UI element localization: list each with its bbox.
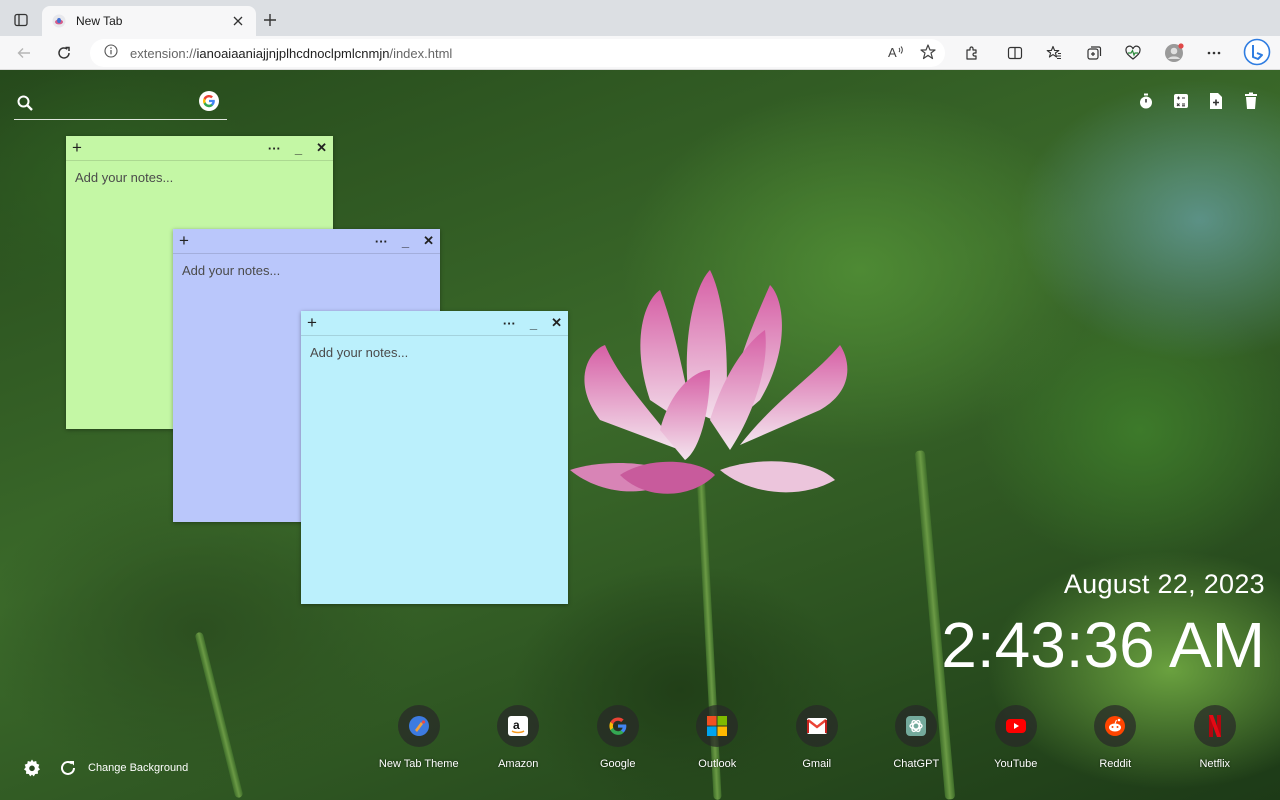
- note-more-icon[interactable]: ···: [375, 234, 388, 249]
- note-minimize-icon[interactable]: _: [530, 316, 537, 331]
- search-bar: [14, 88, 227, 120]
- note-minimize-icon[interactable]: _: [295, 141, 302, 156]
- note-textarea[interactable]: [301, 336, 568, 604]
- puzzle-icon[interactable]: [960, 41, 984, 65]
- google-icon: [596, 705, 639, 747]
- svg-text:a: a: [513, 718, 520, 732]
- profile-icon[interactable]: [1162, 41, 1186, 65]
- note-more-icon[interactable]: ···: [503, 316, 516, 331]
- new-tab-page: + ··· _ ✕ + ··· _ ✕ + ··· _ ✕ August 22,…: [0, 70, 1280, 800]
- settings-gear-icon[interactable]: [22, 758, 42, 778]
- more-icon[interactable]: [1202, 41, 1226, 65]
- favorites-icon[interactable]: [1042, 41, 1066, 65]
- shortcut-youtube[interactable]: YouTube: [966, 705, 1066, 770]
- note-header: + ··· _ ✕: [173, 229, 440, 254]
- top-tools: [1137, 92, 1260, 110]
- lotus-favicon-icon: [52, 14, 66, 28]
- shortcut-chatgpt[interactable]: ChatGPT: [867, 705, 967, 770]
- split-screen-icon[interactable]: [1003, 41, 1027, 65]
- shortcut-google[interactable]: Google: [568, 705, 668, 770]
- note-header: + ··· _ ✕: [301, 311, 568, 336]
- reddit-icon: [1094, 705, 1137, 747]
- note-add-icon[interactable]: +: [307, 313, 321, 333]
- tab-actions-icon[interactable]: [10, 9, 32, 31]
- tab-new-tab[interactable]: New Tab: [42, 6, 256, 36]
- tab-title: New Tab: [76, 14, 123, 28]
- shortcut-gmail[interactable]: Gmail: [767, 705, 867, 770]
- refresh-icon[interactable]: [52, 41, 76, 65]
- outlook-icon: [696, 705, 739, 747]
- google-search-engine-icon[interactable]: [199, 91, 219, 111]
- change-background-button[interactable]: Change Background: [88, 762, 188, 774]
- read-aloud-icon[interactable]: A: [887, 43, 905, 66]
- heart-pulse-icon[interactable]: [1121, 41, 1145, 65]
- sticky-note: + ··· _ ✕: [301, 311, 568, 604]
- refresh-background-icon[interactable]: [58, 758, 78, 778]
- note-more-icon[interactable]: ···: [268, 141, 281, 156]
- svg-text:A: A: [888, 45, 897, 60]
- netflix-icon: [1193, 705, 1236, 747]
- shortcut-outlook[interactable]: Outlook: [668, 705, 768, 770]
- bud-stem: [194, 631, 244, 799]
- note-minimize-icon[interactable]: _: [402, 234, 409, 249]
- bottom-controls: Change Background: [22, 758, 188, 778]
- shortcut-amazon[interactable]: a Amazon: [469, 705, 569, 770]
- chatgpt-icon: [895, 705, 938, 747]
- tab-strip: New Tab: [0, 0, 1280, 36]
- toolbar: extension://ianoaiaaniajjnjplhcdnoclpmlc…: [0, 36, 1280, 70]
- timer-icon[interactable]: [1137, 92, 1155, 110]
- calculator-icon[interactable]: [1172, 92, 1190, 110]
- star-icon[interactable]: [919, 43, 937, 66]
- collections-icon[interactable]: [1082, 41, 1106, 65]
- shortcut-bar: New Tab Theme a Amazon Google Outlook Gm…: [369, 705, 1265, 770]
- note-close-icon[interactable]: ✕: [423, 233, 434, 249]
- bing-icon[interactable]: [1243, 38, 1271, 66]
- note-close-icon[interactable]: ✕: [551, 315, 562, 331]
- lotus-flower-image: [570, 270, 848, 494]
- url-text: extension://ianoaiaaniajjnjplhcdnoclpmlc…: [130, 45, 453, 61]
- address-bar[interactable]: extension://ianoaiaaniajjnjplhcdnoclpmlc…: [90, 39, 945, 67]
- note-header: + ··· _ ✕: [66, 136, 333, 161]
- shortcut-netflix[interactable]: Netflix: [1165, 705, 1265, 770]
- search-icon[interactable]: [16, 94, 34, 117]
- trash-icon[interactable]: [1242, 92, 1260, 110]
- search-input[interactable]: [42, 92, 192, 114]
- date-display: August 22, 2023: [1063, 569, 1265, 599]
- shortcut-new-tab-theme[interactable]: New Tab Theme: [369, 705, 469, 770]
- new-tab-button[interactable]: [260, 10, 280, 30]
- shortcut-reddit[interactable]: Reddit: [1066, 705, 1166, 770]
- youtube-icon: [994, 705, 1037, 747]
- note-add-icon[interactable]: +: [179, 231, 193, 251]
- site-info-icon[interactable]: [104, 43, 118, 63]
- note-add-icon[interactable]: +: [72, 138, 86, 158]
- add-note-icon[interactable]: [1207, 92, 1225, 110]
- note-close-icon[interactable]: ✕: [316, 140, 327, 156]
- close-tab-icon[interactable]: [230, 13, 246, 29]
- amazon-icon: a: [497, 705, 540, 747]
- back-icon[interactable]: [12, 41, 36, 65]
- gmail-icon: [795, 705, 838, 747]
- time-display: 2:43:36 AM: [941, 609, 1265, 681]
- new-tab-theme-icon: [397, 705, 440, 747]
